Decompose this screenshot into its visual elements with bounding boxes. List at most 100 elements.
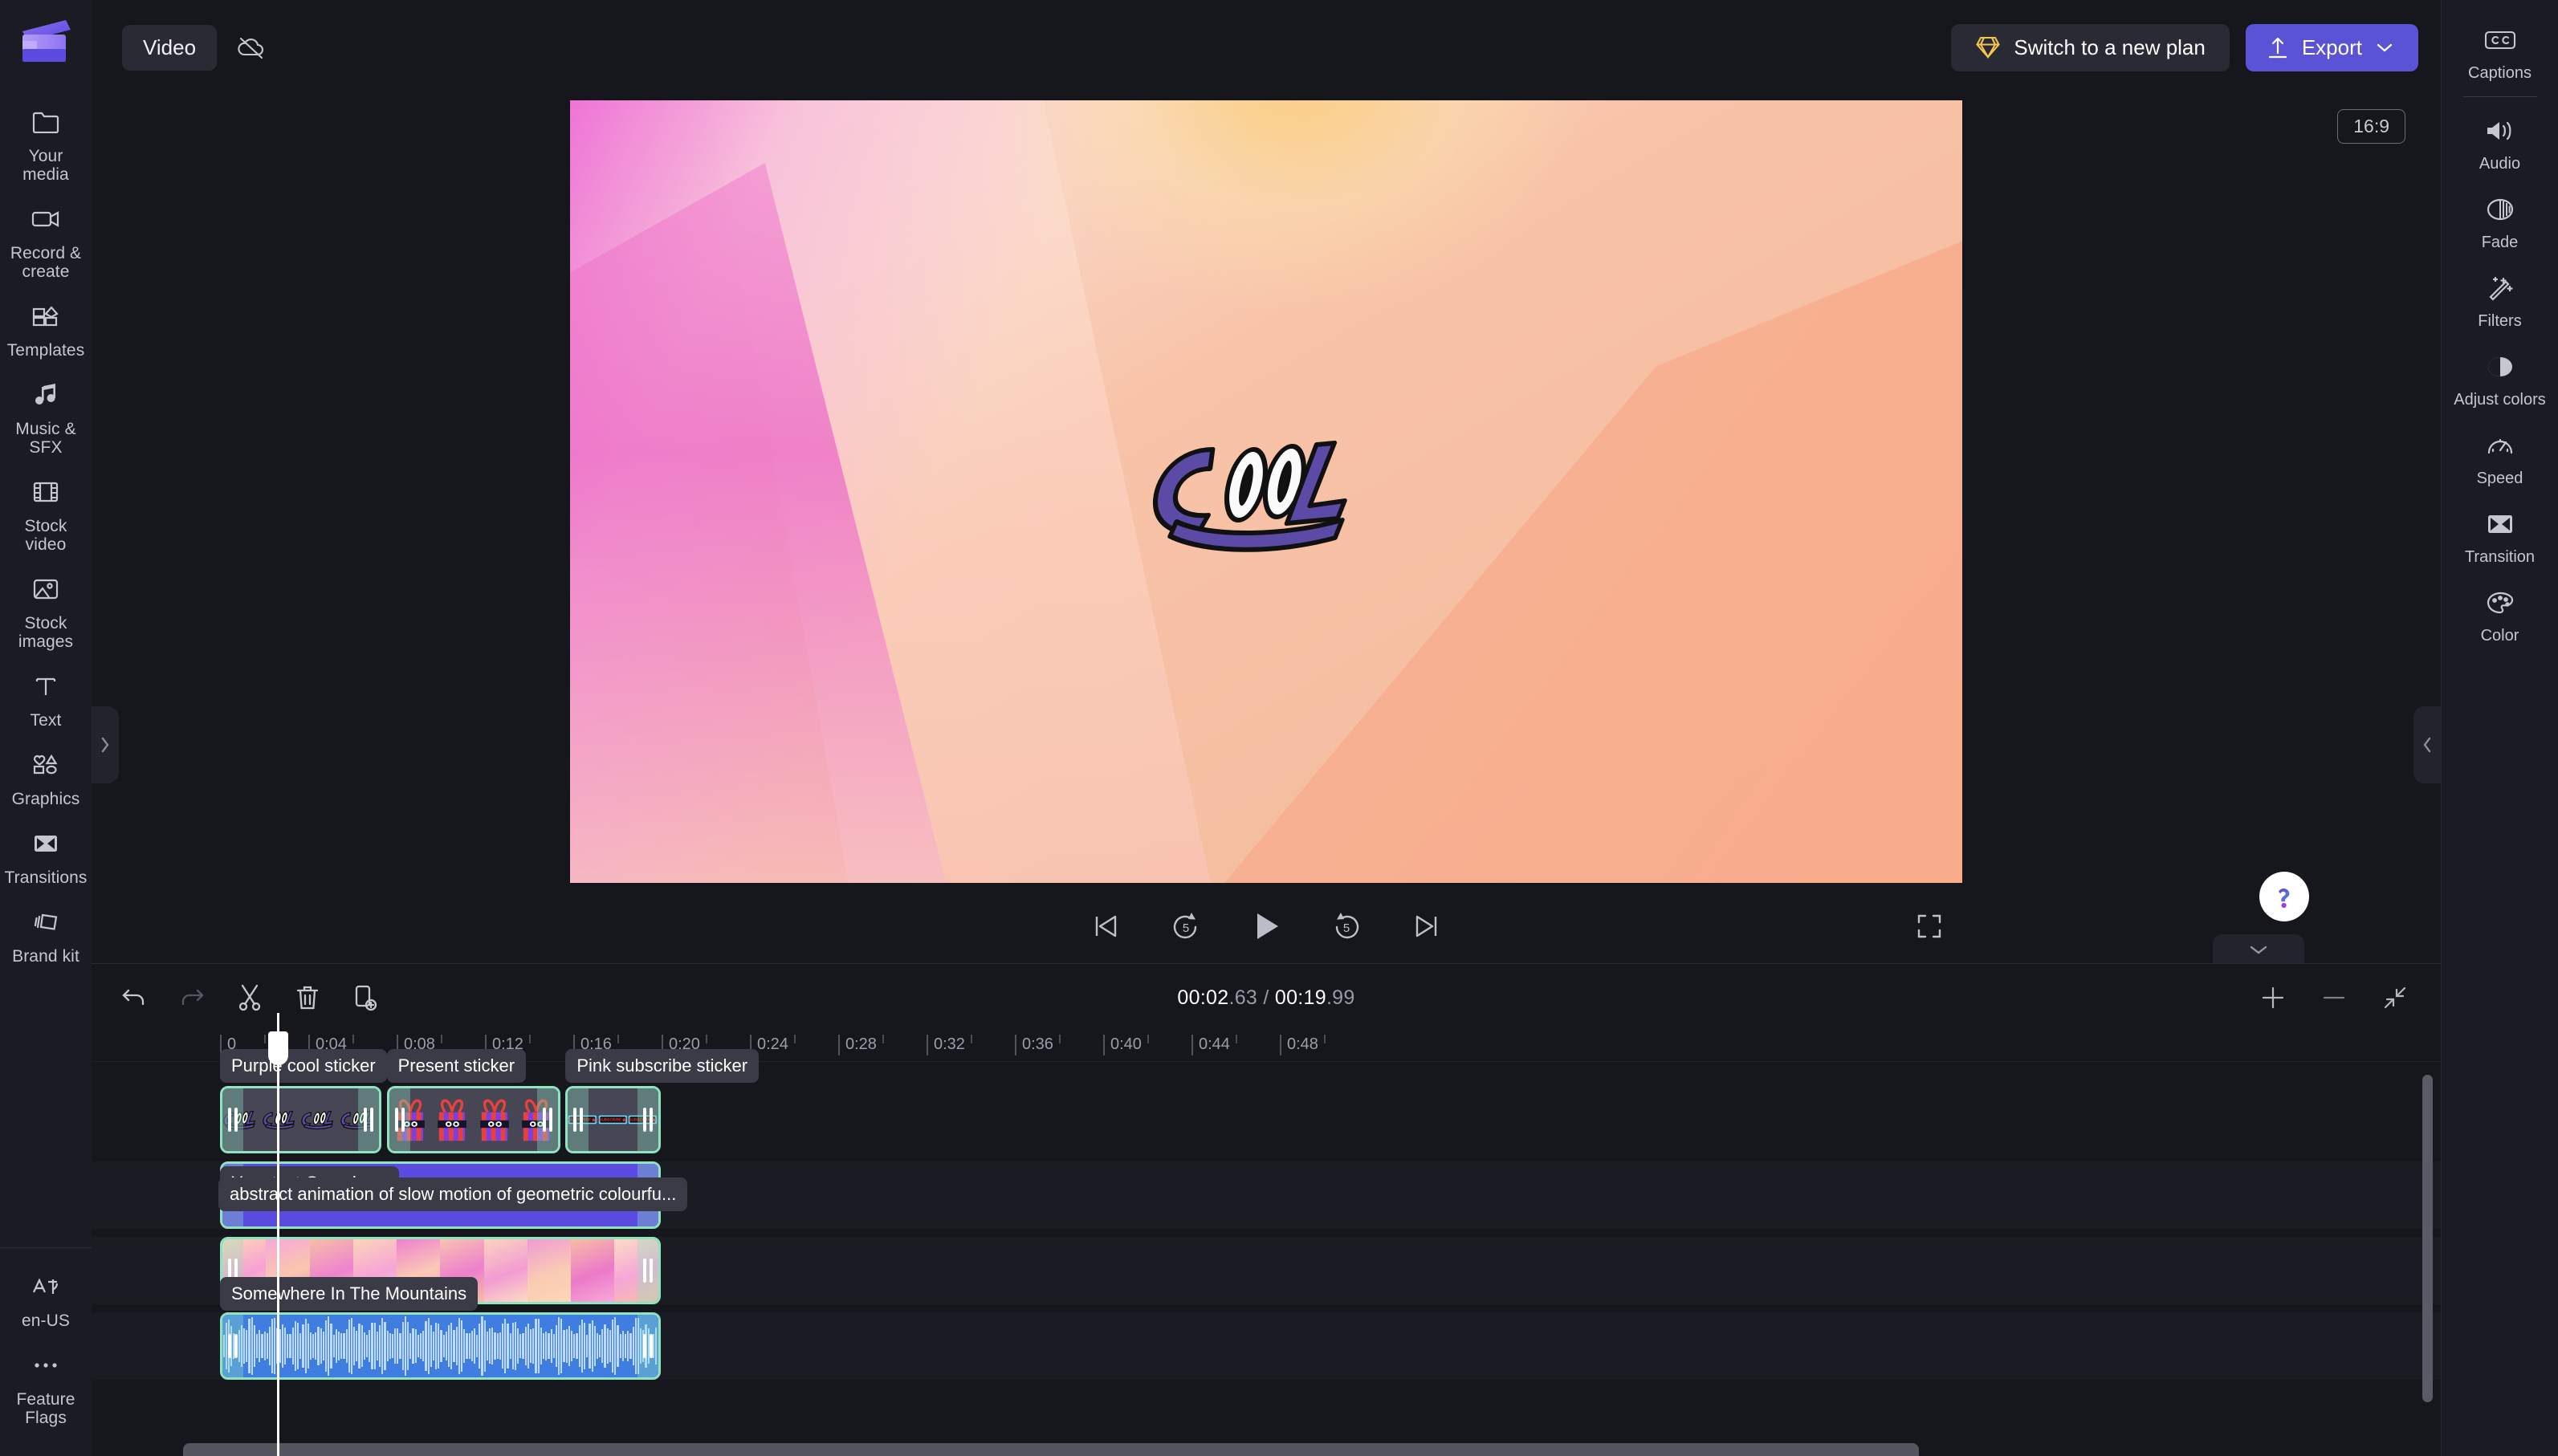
clip-trim-handle-right[interactable] [637,1164,658,1226]
ruler-tick-label: 0:20 [669,1035,700,1053]
current-time-frac: .63 [1228,986,1258,1009]
clip-trim-handle-left[interactable] [568,1088,589,1151]
right-item-audio[interactable]: Audio [2442,102,2558,181]
clip-trim-handle-left[interactable] [222,1088,243,1151]
main-area: Video Switch to a new plan Export 16:9 5… [92,0,2441,1456]
preview-area: 16:9 5 5 [92,95,2441,965]
right-item-label: Color [2480,627,2519,645]
right-sidebar: Captions Audio Fade Filters Adjust color… [2441,0,2558,1456]
timeline-collapse-button[interactable] [2213,934,2304,965]
right-panel-toggle[interactable] [2413,706,2441,783]
sidebar-item-stock-video[interactable]: Stock video [0,465,92,562]
timeline-body[interactable]: 0 0:04 0:08 0:12 0:16 0:20 0:24 0:28 0:32 0:36 0:4… [92,1031,2441,1456]
ruler-tick-label: 0:16 [580,1035,612,1053]
clip-trim-handle-right[interactable] [637,1315,658,1377]
sidebar-item-templates[interactable]: Templates [0,289,92,368]
cool-sticker-overlay[interactable] [1146,432,1387,552]
sidebar-item-music-sfx[interactable]: Music & SFX [0,368,92,465]
skip-to-start-button[interactable] [1086,907,1125,946]
sidebar-item-transitions[interactable]: Transitions [0,816,92,895]
clipchamp-logo[interactable] [17,13,75,71]
video-canvas[interactable] [570,100,1962,883]
sidebar-item-stock-images[interactable]: Stock images [0,562,92,659]
sidebar-item-brand-kit[interactable]: Brand kit [0,895,92,974]
transitions-icon [2483,506,2518,542]
ruler-tick-mark [971,1035,972,1043]
fullscreen-icon[interactable] [1916,913,1943,940]
right-item-color[interactable]: Color [2442,574,2558,653]
sidebar-item-text[interactable]: Text [0,659,92,738]
play-button[interactable] [1247,907,1285,946]
clip-trim-handle-right[interactable] [536,1088,558,1151]
time-separator: / [1257,986,1275,1009]
sidebar-item-label: Stock video [24,517,67,554]
sidebar-item-feature-flags[interactable]: Feature Flags [0,1338,92,1435]
right-item-label: Audio [2479,155,2521,173]
timeline-tracks: Purple cool sticker Present sticker SUBS… [92,1049,2441,1380]
undo-button[interactable] [112,976,156,1019]
left-sidebar: Your media Record & create Templates Mus… [0,0,92,1456]
chevron-down-icon [2375,41,2394,54]
clip-trim-handle-left[interactable] [222,1239,243,1302]
skip-to-end-button[interactable] [1407,907,1446,946]
sidebar-item-language[interactable]: en-US [0,1259,92,1338]
forward-5-button[interactable]: 5 [1327,907,1366,946]
delete-button[interactable] [286,976,329,1019]
clip-trim-handle-right[interactable] [637,1088,658,1151]
scrollbar-thumb[interactable] [183,1443,1919,1456]
clip-trim-handle-left[interactable] [222,1315,243,1377]
sidebar-item-graphics[interactable]: Graphics [0,738,92,816]
text-t-icon [28,669,63,704]
sticker-track: Purple cool sticker Present sticker SUBS… [92,1049,2441,1153]
sidebar-item-your-media[interactable]: Your media [0,95,92,192]
ruler-tick-label: 0:24 [757,1035,788,1053]
fade-icon [2483,192,2518,227]
timeline-clip[interactable] [386,1086,560,1153]
timeline-ruler[interactable]: 0 0:04 0:08 0:12 0:16 0:20 0:24 0:28 0:32 0:36 0:4… [92,1031,2441,1062]
timeline-clip[interactable] [220,1086,381,1153]
clipchamp-editor: Your media Record & create Templates Mus… [0,0,2558,1456]
timeline-clip[interactable] [220,1312,661,1380]
duplicate-button[interactable] [344,976,387,1019]
help-button[interactable] [2259,872,2309,921]
timeline-horizontal-scrollbar[interactable] [183,1443,2324,1456]
cloud-off-icon[interactable] [233,29,270,66]
right-item-speed[interactable]: Speed [2442,417,2558,495]
right-item-transition[interactable]: Transition [2442,495,2558,574]
aspect-ratio-button[interactable]: 16:9 [2337,109,2405,144]
ruler-tick-label: 0:28 [845,1035,877,1053]
timeline-clip[interactable] [220,1161,661,1229]
fit-to-screen-button[interactable] [2377,979,2413,1016]
sidebar-item-label: Graphics [11,790,80,808]
timeline-clip[interactable] [220,1237,661,1304]
timeline-clip[interactable]: SUBSCRIBE SUBSCRIBE SUBSCRIBE [565,1086,661,1153]
right-item-fade[interactable]: Fade [2442,181,2558,259]
scrollbar-thumb[interactable] [2422,1075,2433,1402]
left-panel-toggle[interactable] [92,706,119,783]
sidebar-item-record-create[interactable]: Record & create [0,192,92,289]
export-button[interactable]: Export [2245,23,2418,71]
ruler-tick-mark [573,1035,575,1055]
split-button[interactable] [228,976,271,1019]
video-tab[interactable]: Video [122,24,218,71]
clip-trim-handle-right[interactable] [357,1088,379,1151]
rewind-5-button[interactable]: 5 [1167,907,1205,946]
clip-trim-handle-left[interactable] [389,1088,410,1151]
zoom-out-button[interactable] [2316,979,2352,1016]
redo-button[interactable] [170,976,214,1019]
zoom-in-button[interactable] [2255,979,2291,1016]
magic-wand-icon [2483,270,2518,306]
clip-trim-handle-right[interactable] [637,1239,658,1302]
right-item-filters[interactable]: Filters [2442,259,2558,338]
clip-thumbnail: SUBSCRIBE [598,1088,628,1151]
image-icon [28,571,63,607]
right-item-captions[interactable]: Captions [2442,11,2558,90]
ruler-tick-label: 0:04 [316,1035,347,1053]
right-item-adjust-colors[interactable]: Adjust colors [2442,338,2558,417]
timeline-toolbar: 00:02.63 / 00:19.99 [92,964,2441,1031]
right-item-label: Captions [2468,64,2532,82]
switch-plan-button[interactable]: Switch to a new plan [1951,23,2230,71]
right-item-label: Fade [2481,234,2519,251]
clip-trim-handle-left[interactable] [222,1164,243,1226]
timeline-vertical-scrollbar[interactable] [2422,1075,2433,1456]
